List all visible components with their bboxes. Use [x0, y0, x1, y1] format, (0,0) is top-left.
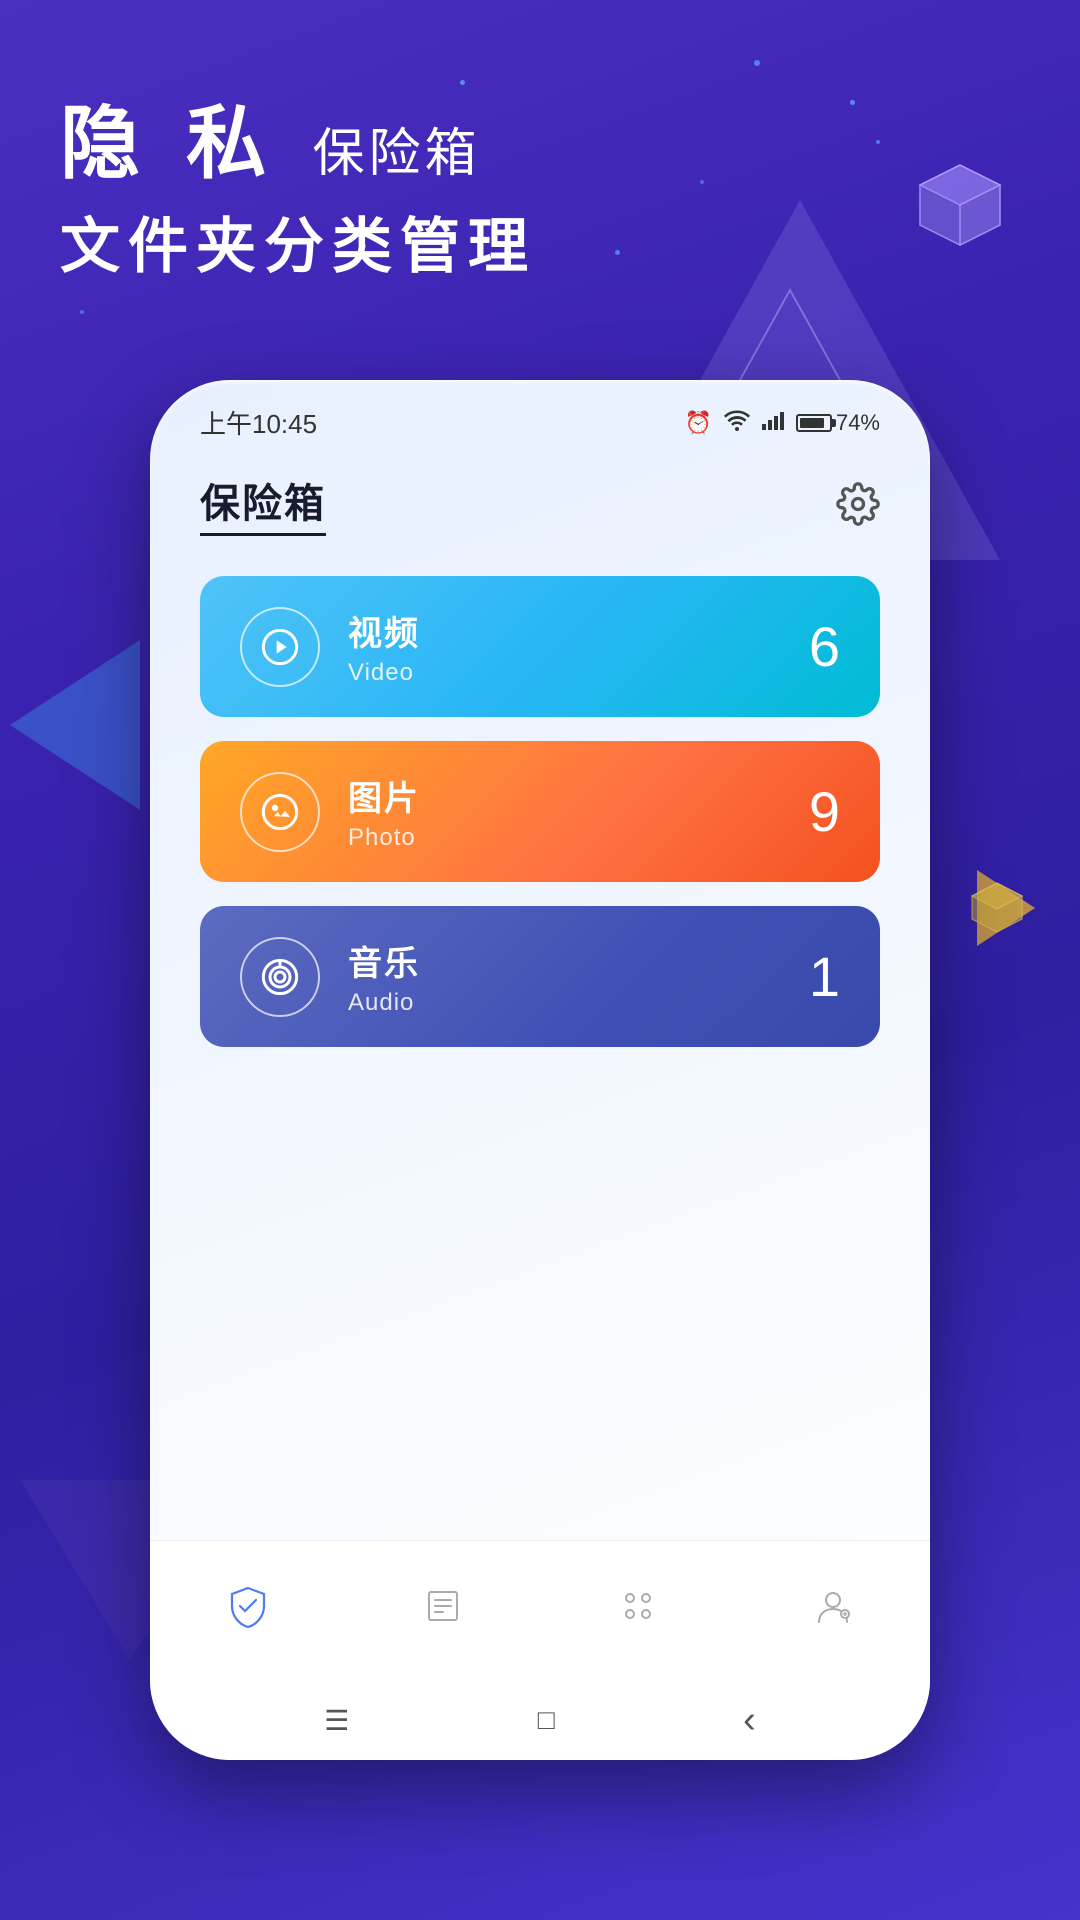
- video-count: 6: [809, 614, 840, 679]
- apps-nav-icon: [613, 1581, 663, 1631]
- settings-button[interactable]: [836, 482, 880, 526]
- status-icons: ⏰ 74%: [685, 409, 880, 437]
- bottom-nav: [150, 1540, 930, 1680]
- card-text-photo: 图片 Photo: [348, 771, 420, 852]
- nav-item-apps[interactable]: [578, 1566, 698, 1646]
- card-left-video: 视频 Video: [240, 606, 420, 687]
- android-home-icon[interactable]: □: [538, 1704, 555, 1736]
- alarm-icon: ⏰: [685, 410, 712, 436]
- android-back-icon[interactable]: ‹: [743, 1699, 756, 1742]
- video-title-en: Video: [348, 659, 420, 687]
- nav-item-safe[interactable]: [188, 1566, 308, 1646]
- photo-title-en: Photo: [348, 824, 420, 852]
- nav-item-profile[interactable]: [773, 1566, 893, 1646]
- card-left-photo: 图片 Photo: [240, 771, 420, 852]
- video-title-cn: 视频: [348, 606, 420, 655]
- content-spacer: [150, 1068, 930, 1540]
- header-line2: 文件夹分类管理: [60, 198, 536, 285]
- categories-container: 视频 Video 6 图片 Photo: [150, 536, 930, 1068]
- photo-title-cn: 图片: [348, 771, 420, 820]
- header-text: 隐 私 保险箱 文件夹分类管理: [60, 100, 536, 285]
- header-line1: 隐 私 保险箱: [60, 100, 536, 188]
- category-card-video[interactable]: 视频 Video 6: [200, 576, 880, 717]
- status-time: 上午10:45: [200, 404, 317, 441]
- app-title: 保险箱: [200, 471, 326, 529]
- photo-count: 9: [809, 779, 840, 844]
- audio-title-en: Audio: [348, 989, 420, 1017]
- status-bar: 上午10:45 ⏰ 74%: [150, 380, 930, 451]
- android-menu-icon[interactable]: ☰: [324, 1704, 349, 1737]
- app-title-wrap: 保险箱: [200, 471, 326, 536]
- category-card-audio[interactable]: 音乐 Audio 1: [200, 906, 880, 1047]
- signal-icon: [762, 410, 784, 436]
- card-text-video: 视频 Video: [348, 606, 420, 687]
- nav-item-files[interactable]: [383, 1566, 503, 1646]
- safe-nav-icon: [223, 1581, 273, 1631]
- audio-count: 1: [809, 944, 840, 1009]
- card-left-audio: 音乐 Audio: [240, 936, 420, 1017]
- audio-icon-circle: [240, 937, 320, 1017]
- profile-nav-icon: [808, 1581, 858, 1631]
- files-nav-icon: [418, 1581, 468, 1631]
- android-nav-bar: ☰ □ ‹: [150, 1680, 930, 1760]
- photo-icon-circle: [240, 772, 320, 852]
- phone-mockup: 上午10:45 ⏰ 74%: [150, 380, 930, 1760]
- app-header: 保险箱: [150, 451, 930, 536]
- category-card-photo[interactable]: 图片 Photo 9: [200, 741, 880, 882]
- card-text-audio: 音乐 Audio: [348, 936, 420, 1017]
- battery-indicator: 74%: [796, 410, 880, 436]
- battery-percent: 74%: [836, 410, 880, 436]
- wifi-icon: [724, 409, 750, 437]
- video-icon-circle: [240, 607, 320, 687]
- audio-title-cn: 音乐: [348, 936, 420, 985]
